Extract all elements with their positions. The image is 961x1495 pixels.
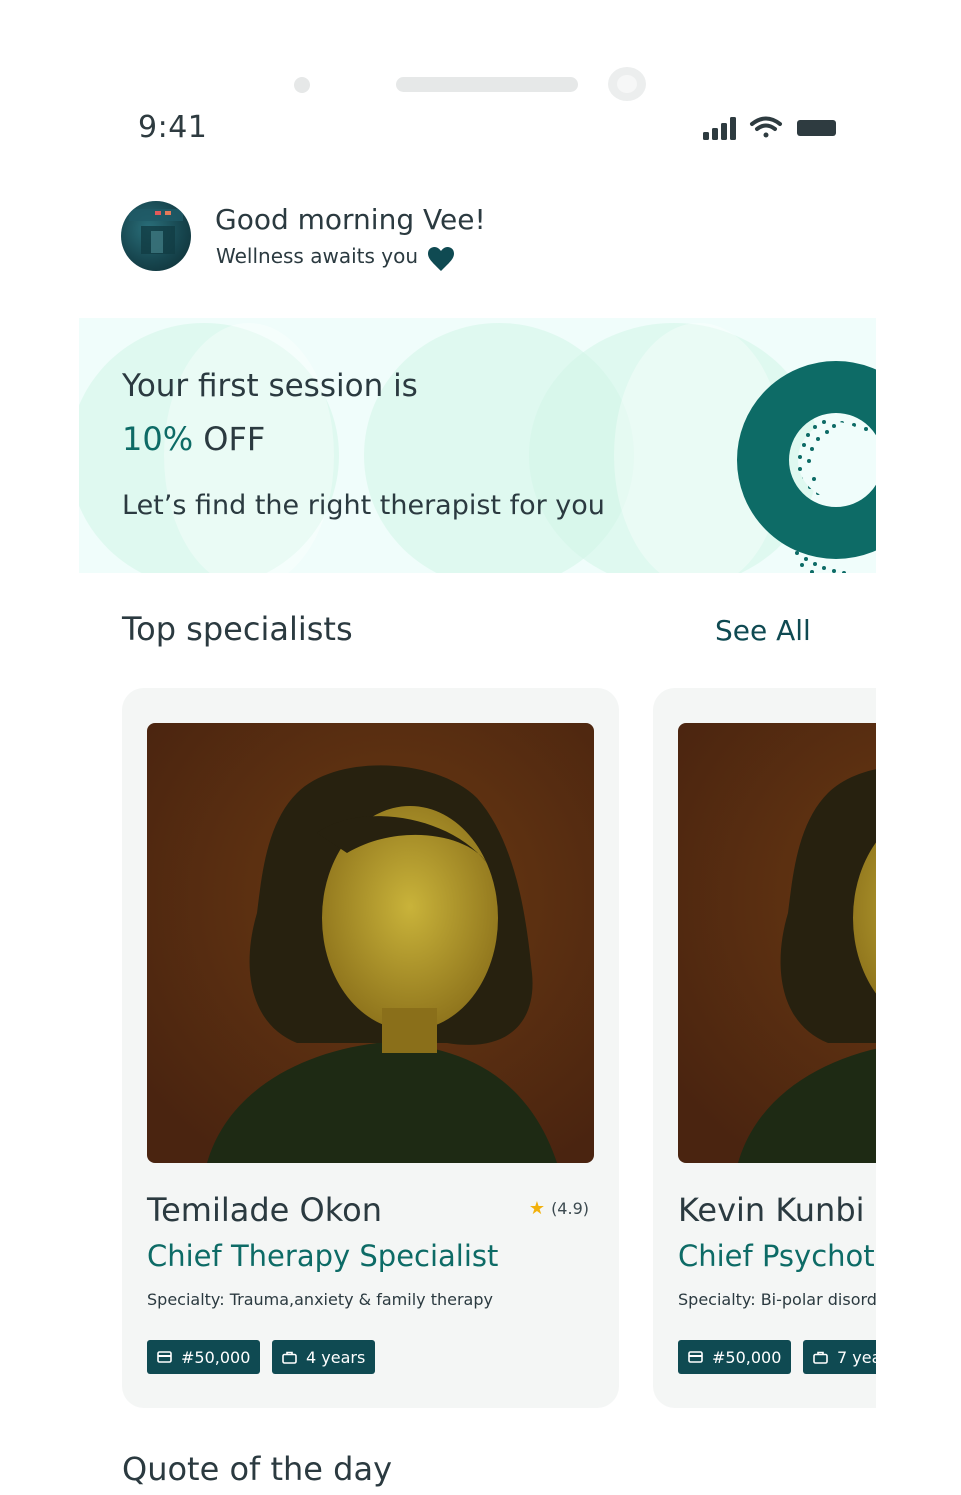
greeting-subtitle: Wellness awaits you [216,244,418,268]
briefcase-icon [282,1351,297,1364]
section-title-top-specialists: Top specialists [122,610,353,648]
briefcase-icon [813,1351,828,1364]
price-value: #50,000 [712,1347,782,1367]
experience-value: 4 years [306,1347,366,1367]
card-icon [157,1351,172,1363]
promo-discount-suffix: OFF [193,420,266,458]
promo-headline: Your first session is [122,368,418,404]
viewport-edge [876,300,961,1495]
promo-donut-graphic [737,361,876,573]
specialist-name: Kevin Kunbi [678,1191,865,1229]
app-screen: 9:41 Good morning Vee! Wellness awaits y… [0,0,961,1495]
specialist-specialty: Specialty: Trauma,anxiety & family thera… [147,1290,493,1309]
heart-icon [428,247,454,271]
specialist-card[interactable]: Temilade Okon ★ (4.9) Chief Therapy Speci… [122,688,619,1408]
price-chip: #50,000 [678,1340,792,1374]
rating-value: (4.9) [551,1199,589,1218]
notch-speaker [396,77,578,92]
promo-discount: 10% OFF [122,420,265,458]
promo-tagline: Let’s find the right therapist for you [122,490,605,521]
section-title-quote: Quote of the day [122,1450,393,1488]
price-value: #50,000 [181,1347,251,1367]
star-icon: ★ [528,1198,546,1219]
specialist-specialty: Specialty: Bi-polar disorder [678,1290,894,1309]
notch-sensor [294,77,310,93]
battery-icon [797,120,836,136]
promo-discount-value: 10% [122,420,194,458]
promo-banner[interactable]: Your first session is 10% OFF Let’s find… [79,318,876,573]
specialist-name: Temilade Okon [147,1191,382,1229]
wifi-icon [750,116,782,138]
price-chip: #50,000 [147,1340,261,1374]
specialist-photo [147,723,594,1163]
signal-icon [703,117,736,140]
specialist-rating: ★ (4.9) [529,1198,589,1219]
card-icon [688,1351,703,1363]
status-icons [703,116,836,140]
status-time: 9:41 [138,110,208,145]
notch-camera [608,67,646,101]
avatar[interactable] [121,201,191,271]
see-all-link[interactable]: See All [715,614,811,647]
experience-chip: 4 years [272,1340,376,1374]
greeting-title: Good morning Vee! [215,203,486,236]
specialist-role: Chief Therapy Specialist [147,1239,499,1273]
